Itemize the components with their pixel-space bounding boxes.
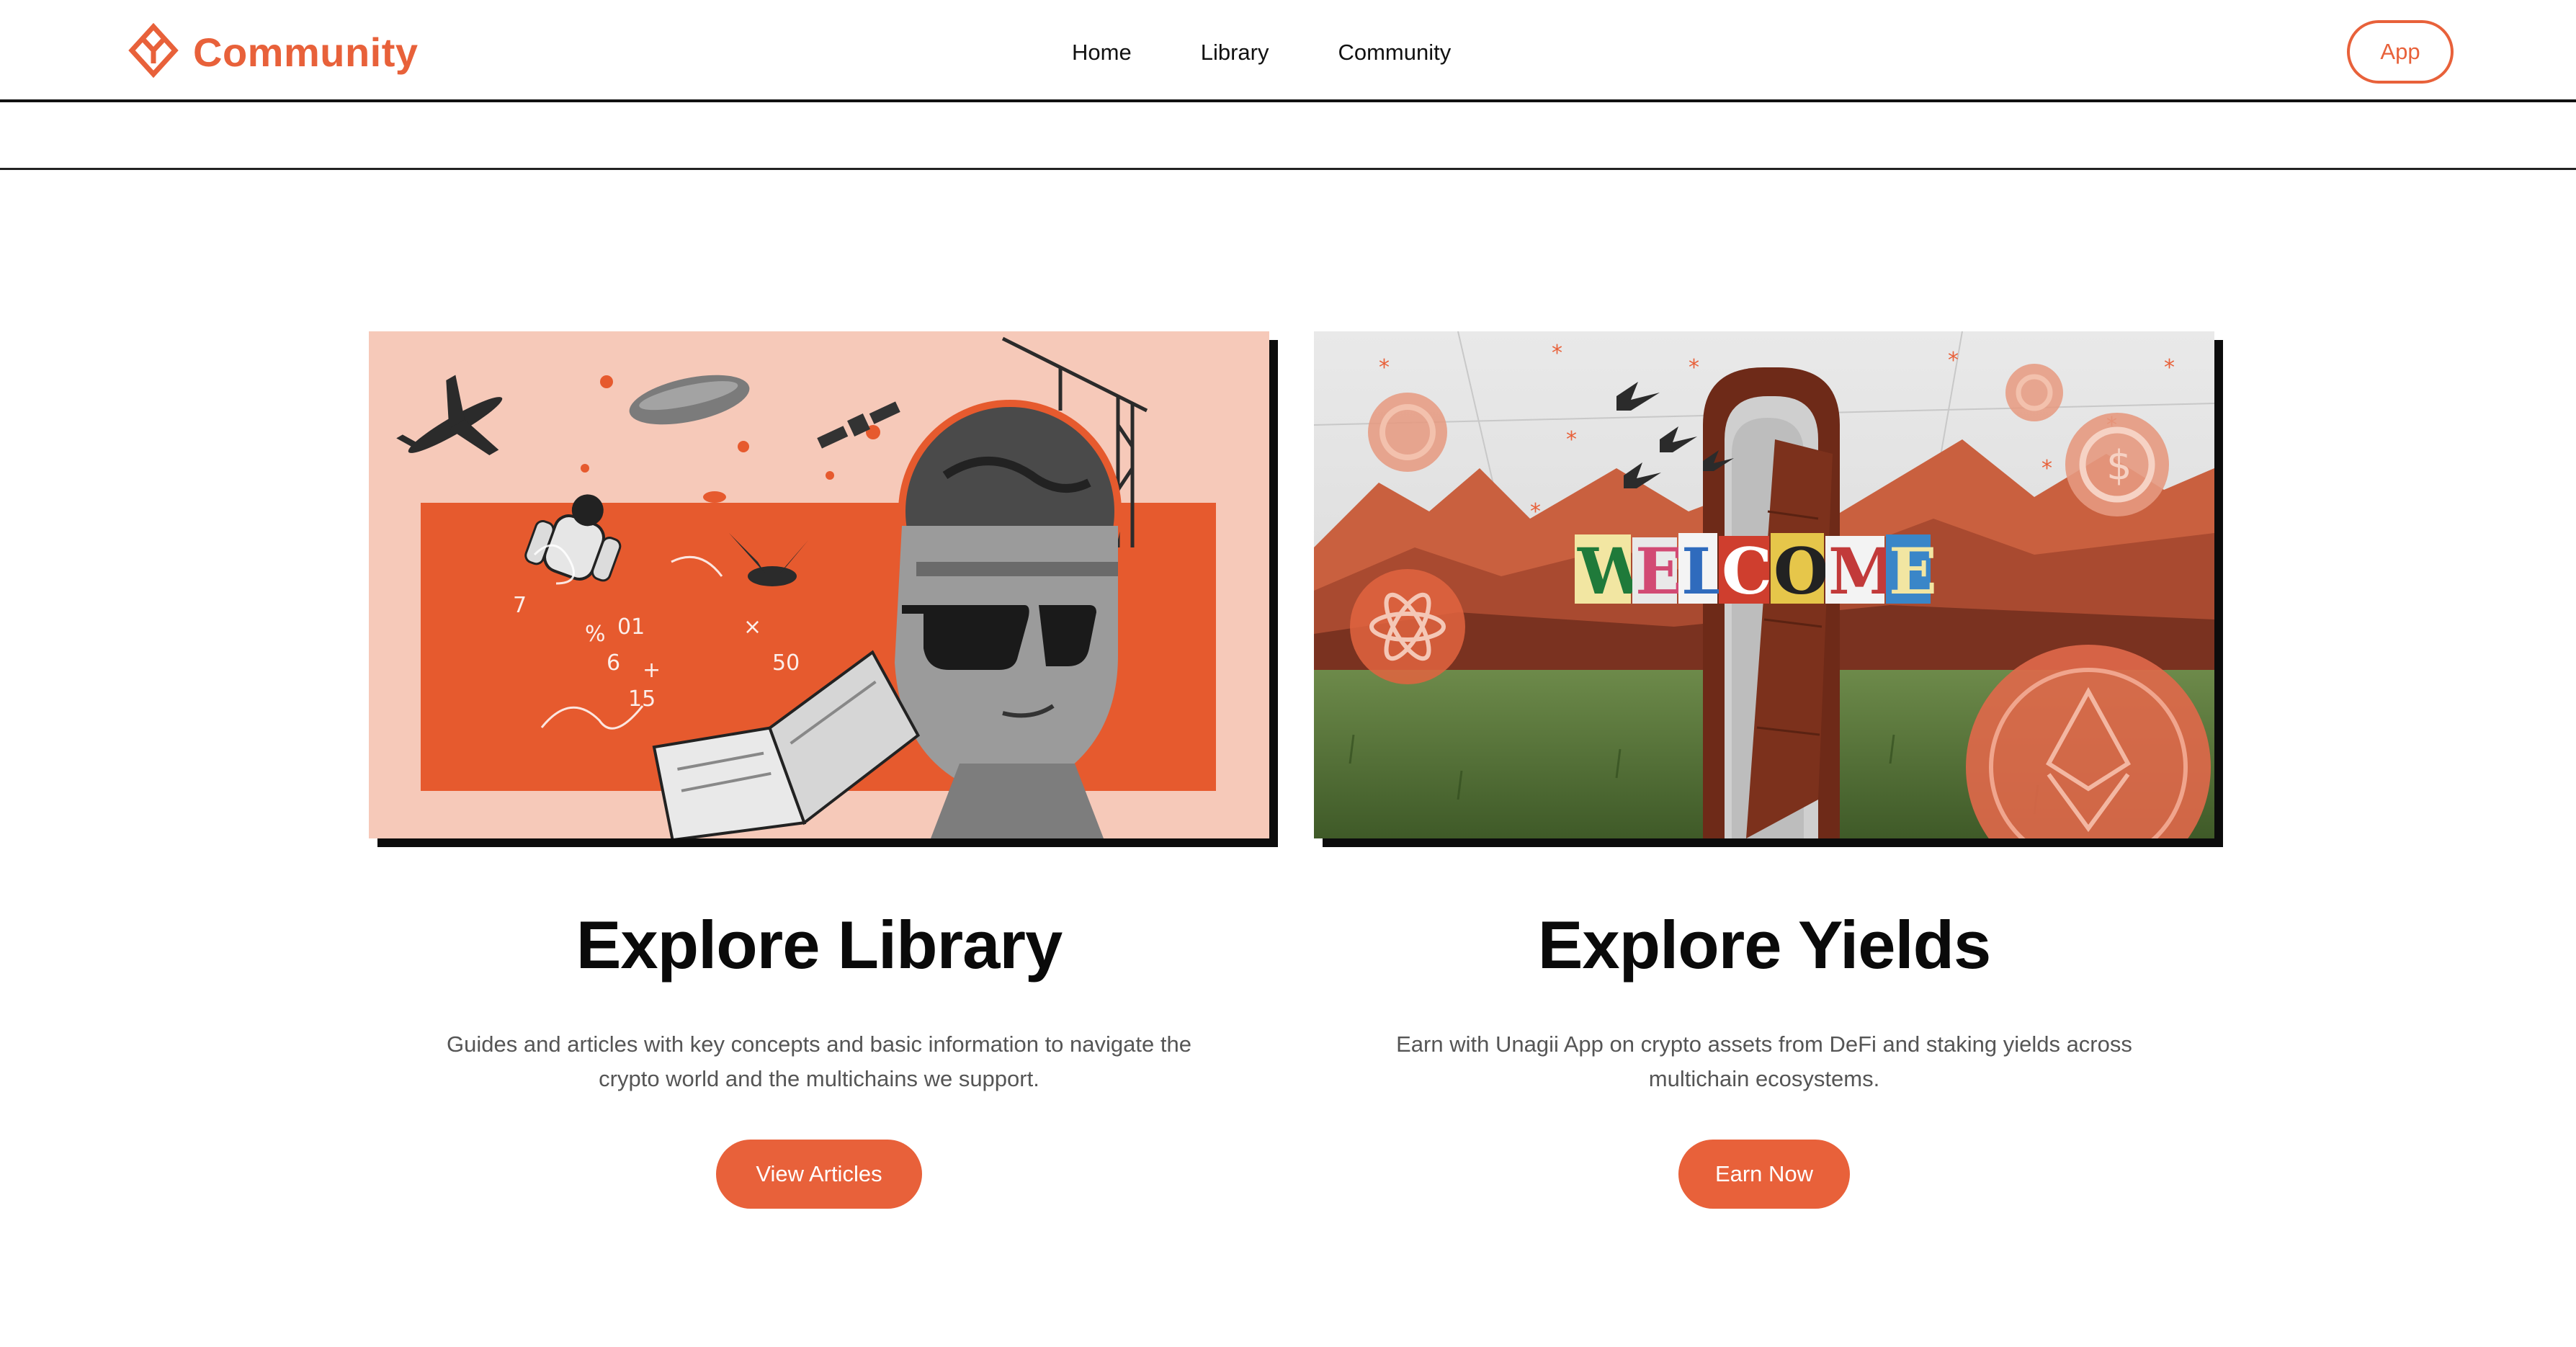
nav-home[interactable]: Home bbox=[1072, 40, 1132, 66]
svg-text:O: O bbox=[1774, 534, 1829, 609]
svg-text:C: C bbox=[1722, 534, 1772, 609]
library-description: Guides and articles with key concepts an… bbox=[447, 1031, 1191, 1091]
svg-text:$: $ bbox=[2106, 442, 2132, 489]
svg-text:50: 50 bbox=[772, 650, 800, 676]
library-collage-illustration: 7% 01+ 615 ×50 %√ bbox=[369, 331, 1269, 838]
svg-text:*: * bbox=[1948, 348, 1959, 373]
top-navbar: Community Home Library Community App bbox=[0, 0, 2576, 102]
sub-header-bar bbox=[0, 105, 2576, 170]
main-nav: Home Library Community bbox=[1072, 36, 1520, 69]
svg-text:E: E bbox=[1635, 534, 1683, 609]
library-card: 7% 01+ 615 ×50 %√ bbox=[369, 331, 1278, 1209]
yields-title: Explore Yields bbox=[1537, 907, 1992, 983]
svg-text:7: 7 bbox=[513, 593, 527, 618]
svg-text:01: 01 bbox=[617, 614, 645, 640]
svg-text:*: * bbox=[1689, 355, 1699, 380]
logo[interactable]: Community bbox=[128, 22, 419, 81]
svg-text:*: * bbox=[1379, 355, 1390, 380]
svg-text:6: 6 bbox=[607, 650, 620, 676]
svg-text:+: + bbox=[643, 658, 661, 683]
svg-text:E: E bbox=[1889, 534, 1937, 609]
yields-image[interactable]: *** *** *** bbox=[1314, 331, 2223, 847]
svg-text:*: * bbox=[1566, 427, 1577, 452]
nav-library[interactable]: Library bbox=[1201, 40, 1269, 66]
svg-text:*: * bbox=[1552, 341, 1562, 366]
view-articles-button[interactable]: View Articles bbox=[716, 1140, 922, 1209]
library-image[interactable]: 7% 01+ 615 ×50 %√ bbox=[369, 331, 1278, 847]
app-button[interactable]: App bbox=[2347, 20, 2454, 84]
svg-text:*: * bbox=[2041, 456, 2052, 481]
svg-text:*: * bbox=[2164, 355, 2175, 380]
yields-description: Earn with Unagii App on crypto assets fr… bbox=[1396, 1031, 2132, 1091]
library-title: Explore Library bbox=[576, 907, 1063, 983]
svg-text:×: × bbox=[743, 614, 761, 640]
diamond-logo-icon bbox=[128, 22, 179, 81]
logo-text: Community bbox=[193, 29, 419, 75]
nav-community[interactable]: Community bbox=[1338, 40, 1451, 66]
yields-card: *** *** *** bbox=[1314, 331, 2223, 1209]
earn-now-button[interactable]: Earn Now bbox=[1678, 1140, 1850, 1209]
yields-collage-illustration: *** *** *** bbox=[1314, 331, 2214, 838]
svg-text:%: % bbox=[585, 622, 606, 647]
